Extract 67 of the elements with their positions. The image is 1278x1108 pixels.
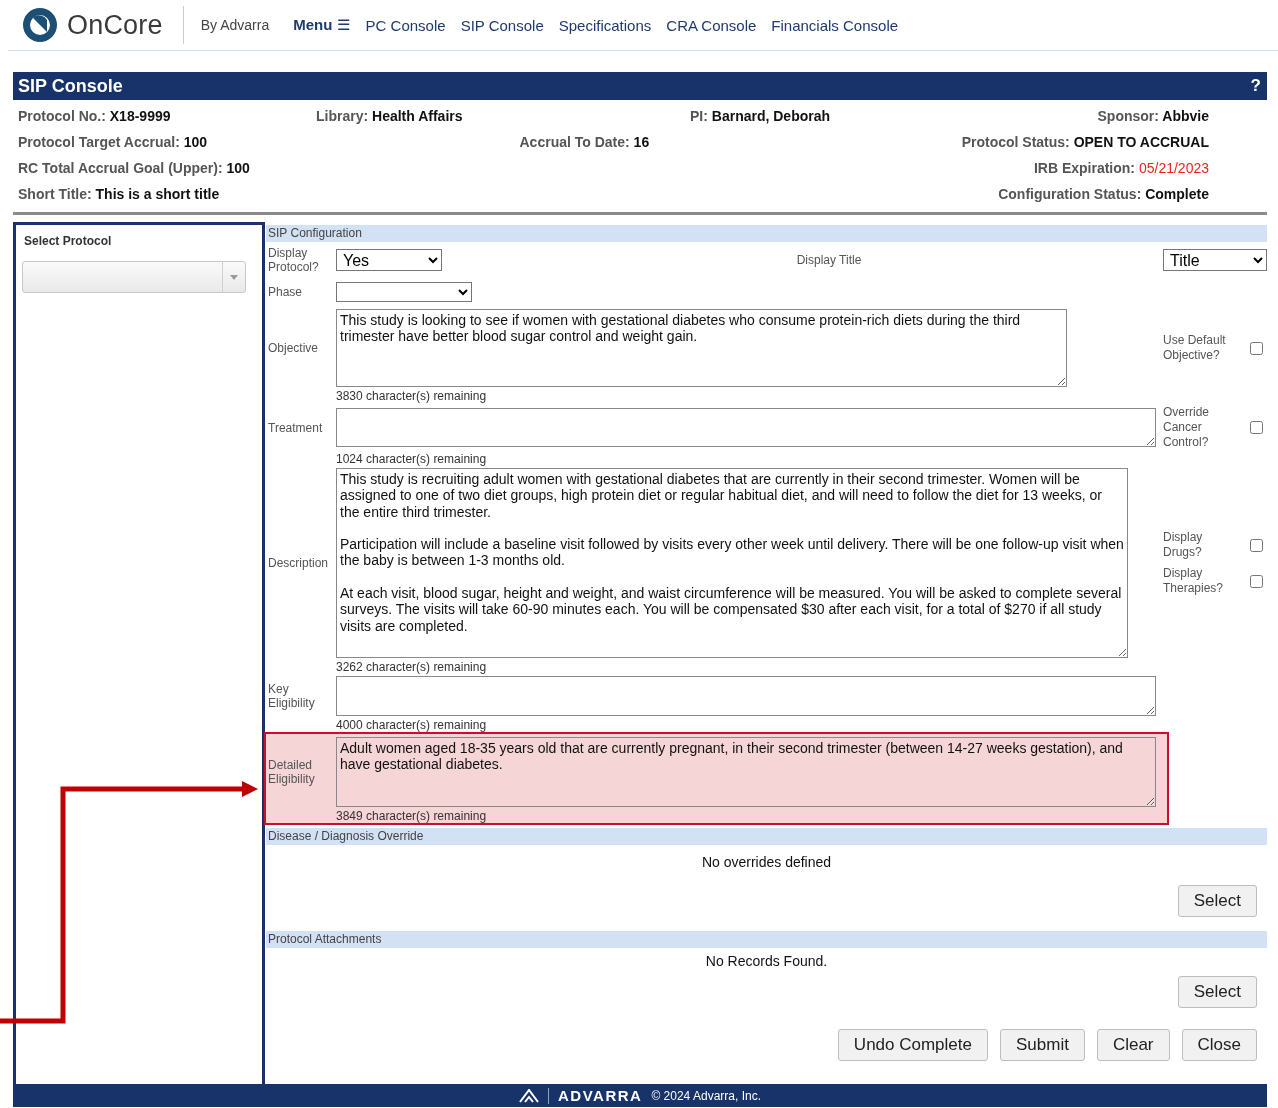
- text-area-field[interactable]: [336, 676, 1156, 716]
- character-count: 3830 character(s) remaining: [336, 389, 488, 403]
- empty-message: No overrides defined: [700, 854, 833, 870]
- field-label: Description: [267, 556, 330, 570]
- nav-link[interactable]: PC Console: [365, 16, 446, 34]
- nav-link[interactable]: CRA Console: [666, 16, 757, 34]
- section-header: SIP Configuration: [266, 225, 1267, 242]
- nav-link[interactable]: Financials Console: [771, 16, 899, 34]
- advarra-logo-icon: [519, 1088, 539, 1103]
- info-field: Sponsor: Abbvie: [1097, 108, 1209, 124]
- select-button[interactable]: Select: [1177, 885, 1257, 917]
- nav-link[interactable]: Specifications: [558, 16, 652, 34]
- action-button[interactable]: Undo Complete: [837, 1029, 988, 1061]
- field-label: Detailed Eligibility: [267, 758, 316, 786]
- logo-text: OnCore: [67, 9, 163, 41]
- option-label: Display Therapies?: [1163, 566, 1225, 596]
- field-label: Display Title: [795, 253, 863, 267]
- info-field: Accrual To Date: 16: [519, 134, 650, 150]
- action-button[interactable]: Close: [1181, 1029, 1257, 1061]
- text-area-field[interactable]: [336, 408, 1156, 447]
- sidebar-title: Select Protocol: [24, 234, 113, 248]
- field-label: Phase: [267, 285, 304, 299]
- section-header: Protocol Attachments: [266, 931, 1267, 948]
- character-count: 1024 character(s) remaining: [336, 452, 488, 466]
- info-field: Protocol Target Accrual: 100: [18, 134, 208, 150]
- phase-select[interactable]: [336, 282, 472, 302]
- checkbox[interactable]: [1250, 574, 1263, 588]
- dropdown-arrow-icon: [230, 274, 238, 280]
- info-field: Library: Health Affairs: [316, 108, 690, 124]
- empty-message: No Records Found.: [704, 953, 829, 969]
- text-area-field[interactable]: This study is recruiting adult women with gestational diabetes that are currently in their second trimester. Women will be assigned to one of two diet groups, high protein diet or regular habitual diet, and will need to follow the diet for 13 weeks, or the entire third trimester. Participation will include a baseline visit followed by visits every other week until delivery. There will be one follow-up visit when the baby is between 1-3 months old. At each visit, blood sugar, height and weight, and waist circumference will be measured. You will be asked to complete several surveys. The visits will take 60-90 minutes each. You will be compensated $30 after each visit, for a total of $270 if all study visits are completed.: [336, 468, 1128, 658]
- character-count: 4000 character(s) remaining: [336, 718, 488, 732]
- field-label: Display Protocol?: [267, 246, 320, 274]
- info-field: Configuration Status: Complete: [998, 186, 1209, 202]
- info-field: RC Total Accrual Goal (Upper): 100: [18, 160, 250, 176]
- field-label: Key Eligibility: [267, 682, 316, 710]
- checkbox[interactable]: [1250, 421, 1263, 434]
- oncore-logo-icon: [22, 7, 58, 43]
- display-title-select[interactable]: Title: [1163, 249, 1267, 271]
- option-label: Display Drugs?: [1163, 530, 1204, 560]
- nav-link[interactable]: SIP Console: [460, 16, 544, 34]
- info-field: Protocol No.: X18-9999: [18, 108, 316, 124]
- section-header: Disease / Diagnosis Override: [266, 828, 1267, 845]
- action-button[interactable]: Clear: [1096, 1029, 1170, 1061]
- field-label: Objective: [267, 341, 320, 355]
- option-label: Use Default Objective?: [1163, 333, 1227, 363]
- checkbox[interactable]: [1250, 538, 1263, 552]
- help-link[interactable]: ?: [1250, 76, 1261, 96]
- display-protocol-select[interactable]: Yes: [336, 249, 442, 271]
- menu-link[interactable]: Menu ☰: [293, 16, 350, 34]
- text-area-field[interactable]: This study is looking to see if women with gestational diabetes who consume protein-rich diets during the third trimester have better blood sugar control and weight gain.: [336, 309, 1067, 387]
- info-field: IRB Expiration: 05/21/2023: [1033, 160, 1209, 176]
- option-label: Override Cancer Control?: [1163, 405, 1210, 450]
- copyright-text: © 2024 Advarra, Inc.: [651, 1088, 761, 1103]
- info-field: PI: Barnard, Deborah: [690, 108, 1098, 124]
- byline-text: By Advarra: [200, 17, 270, 33]
- info-field: Short Title: This is a short title: [18, 186, 220, 202]
- brand-text: ADVARRA: [558, 1087, 643, 1104]
- info-field: Protocol Status: OPEN TO ACCRUAL: [961, 134, 1209, 150]
- select-button[interactable]: Select: [1177, 976, 1257, 1008]
- checkbox[interactable]: [1250, 341, 1263, 355]
- field-label: Treatment: [267, 420, 324, 435]
- character-count: 3262 character(s) remaining: [336, 660, 488, 674]
- text-area-field[interactable]: Adult women aged 18-35 years old that are currently pregnant, in their second trimester (between 14-27 weeks gestation), and have gestational diabetes.: [336, 737, 1156, 807]
- character-count: 3849 character(s) remaining: [336, 809, 488, 823]
- action-button[interactable]: Submit: [1000, 1029, 1085, 1061]
- console-title: SIP Console: [18, 75, 123, 97]
